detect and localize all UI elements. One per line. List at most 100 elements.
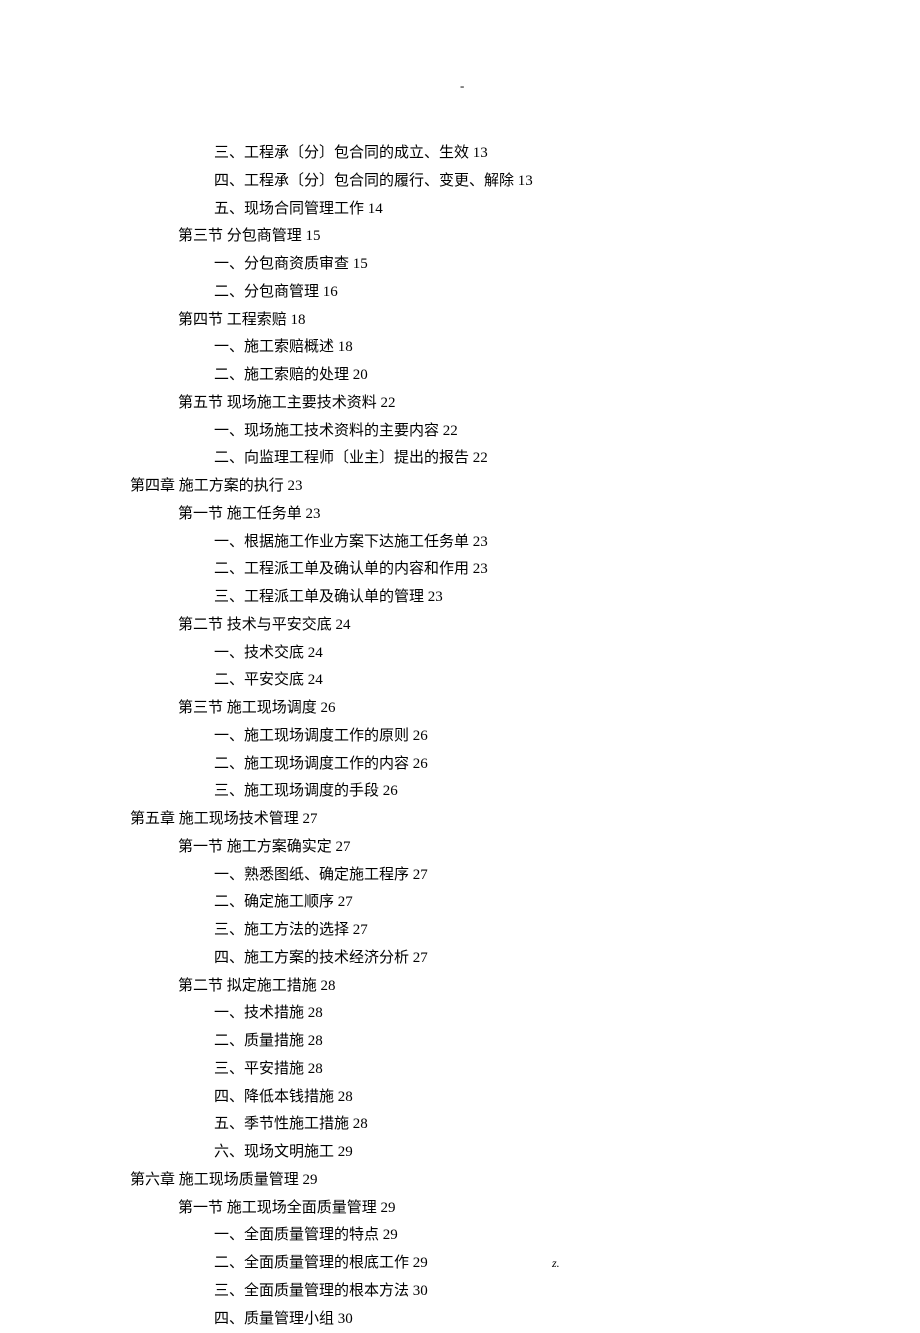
toc-entry-page: 24 <box>308 672 323 688</box>
toc-entry-page: 28 <box>321 978 336 994</box>
toc-entry: 一、技术措施 28 <box>130 1000 790 1028</box>
toc-entry-page: 27 <box>413 950 428 966</box>
toc-entry-page: 28 <box>308 1033 323 1049</box>
toc-entry-text: 二、向监理工程师〔业主〕提出的报告 <box>214 450 469 466</box>
toc-entry-page: 27 <box>353 922 368 938</box>
toc-entry-page: 27 <box>303 811 318 827</box>
toc-entry: 二、施工索赔的处理 20 <box>130 362 790 390</box>
toc-entry-page: 28 <box>308 1005 323 1021</box>
toc-container: 三、工程承〔分〕包合同的成立、生效 13四、工程承〔分〕包合同的履行、变更、解除… <box>0 0 920 1333</box>
toc-entry-text: 第三节 施工现场调度 <box>178 700 317 716</box>
toc-entry: 一、熟悉图纸、确定施工程序 27 <box>130 862 790 890</box>
toc-entry-text: 二、全面质量管理的根底工作 <box>214 1255 409 1271</box>
toc-entry: 五、现场合同管理工作 14 <box>130 196 790 224</box>
toc-entry: 二、全面质量管理的根底工作 29 <box>130 1250 790 1278</box>
toc-entry: 三、全面质量管理的根本方法 30 <box>130 1278 790 1306</box>
toc-entry-page: 27 <box>336 839 351 855</box>
toc-entry-text: 一、施工索赔概述 <box>214 339 334 355</box>
toc-entry: 四、工程承〔分〕包合同的履行、变更、解除 13 <box>130 168 790 196</box>
toc-entry: 一、现场施工技术资料的主要内容 22 <box>130 418 790 446</box>
toc-entry-text: 三、工程承〔分〕包合同的成立、生效 <box>214 145 469 161</box>
toc-entry: 四、降低本钱措施 28 <box>130 1084 790 1112</box>
toc-entry-text: 三、施工方法的选择 <box>214 922 349 938</box>
toc-entry-text: 五、现场合同管理工作 <box>214 201 364 217</box>
toc-entry-page: 23 <box>473 534 488 550</box>
toc-entry: 四、施工方案的技术经济分析 27 <box>130 945 790 973</box>
toc-entry-page: 26 <box>321 700 336 716</box>
toc-entry-text: 一、分包商资质审查 <box>214 256 349 272</box>
toc-entry-page: 22 <box>381 395 396 411</box>
toc-entry-page: 15 <box>353 256 368 272</box>
toc-entry-page: 23 <box>306 506 321 522</box>
toc-entry-text: 第四节 工程索赔 <box>178 312 287 328</box>
toc-entry: 第六章 施工现场质量管理 29 <box>130 1167 790 1195</box>
toc-entry: 三、平安措施 28 <box>130 1056 790 1084</box>
toc-entry-text: 三、工程派工单及确认单的管理 <box>214 589 424 605</box>
toc-entry: 五、季节性施工措施 28 <box>130 1111 790 1139</box>
toc-entry-text: 六、现场文明施工 <box>214 1144 334 1160</box>
toc-entry-page: 30 <box>338 1311 353 1327</box>
toc-entry: 第五章 施工现场技术管理 27 <box>130 806 790 834</box>
toc-entry: 第四章 施工方案的执行 23 <box>130 473 790 501</box>
toc-entry-text: 三、施工现场调度的手段 <box>214 783 379 799</box>
toc-entry: 第三节 施工现场调度 26 <box>130 695 790 723</box>
toc-entry-page: 27 <box>338 894 353 910</box>
toc-entry-page: 15 <box>306 228 321 244</box>
toc-entry-text: 第二节 拟定施工措施 <box>178 978 317 994</box>
toc-entry-page: 14 <box>368 201 383 217</box>
toc-entry-text: 第六章 施工现场质量管理 <box>130 1172 299 1188</box>
header-mark: - <box>460 78 464 94</box>
toc-entry-page: 18 <box>291 312 306 328</box>
toc-entry: 二、向监理工程师〔业主〕提出的报告 22 <box>130 445 790 473</box>
toc-entry: 一、分包商资质审查 15 <box>130 251 790 279</box>
toc-entry-page: 29 <box>338 1144 353 1160</box>
toc-entry: 第二节 拟定施工措施 28 <box>130 973 790 1001</box>
toc-entry-text: 第一节 施工任务单 <box>178 506 302 522</box>
toc-entry: 一、全面质量管理的特点 29 <box>130 1222 790 1250</box>
toc-entry-page: 26 <box>413 756 428 772</box>
toc-entry-text: 四、工程承〔分〕包合同的履行、变更、解除 <box>214 173 514 189</box>
toc-entry-text: 四、质量管理小组 <box>214 1311 334 1327</box>
toc-entry-text: 第五章 施工现场技术管理 <box>130 811 299 827</box>
toc-entry: 一、施工索赔概述 18 <box>130 334 790 362</box>
toc-entry-text: 一、施工现场调度工作的原则 <box>214 728 409 744</box>
toc-entry-text: 一、全面质量管理的特点 <box>214 1227 379 1243</box>
toc-entry-page: 28 <box>308 1061 323 1077</box>
toc-entry-page: 30 <box>413 1283 428 1299</box>
toc-entry: 第一节 施工现场全面质量管理 29 <box>130 1195 790 1223</box>
toc-entry-page: 27 <box>413 867 428 883</box>
toc-entry-text: 第二节 技术与平安交底 <box>178 617 332 633</box>
toc-entry: 一、施工现场调度工作的原则 26 <box>130 723 790 751</box>
toc-entry-page: 13 <box>518 173 533 189</box>
toc-entry-page: 18 <box>338 339 353 355</box>
toc-entry-text: 四、降低本钱措施 <box>214 1089 334 1105</box>
footer-dot: . <box>382 1256 385 1271</box>
toc-entry-text: 二、分包商管理 <box>214 284 319 300</box>
toc-entry-text: 四、施工方案的技术经济分析 <box>214 950 409 966</box>
toc-entry-text: 第一节 施工现场全面质量管理 <box>178 1200 377 1216</box>
toc-entry: 二、工程派工单及确认单的内容和作用 23 <box>130 556 790 584</box>
toc-entry-text: 第三节 分包商管理 <box>178 228 302 244</box>
toc-entry-text: 二、工程派工单及确认单的内容和作用 <box>214 561 469 577</box>
toc-entry-page: 23 <box>428 589 443 605</box>
toc-entry: 二、确定施工顺序 27 <box>130 889 790 917</box>
toc-entry-page: 26 <box>383 783 398 799</box>
toc-entry-page: 24 <box>336 617 351 633</box>
toc-entry: 四、质量管理小组 30 <box>130 1306 790 1333</box>
toc-entry: 二、质量措施 28 <box>130 1028 790 1056</box>
toc-entry-page: 22 <box>443 423 458 439</box>
toc-entry-text: 二、平安交底 <box>214 672 304 688</box>
toc-entry-page: 20 <box>353 367 368 383</box>
toc-entry: 三、施工现场调度的手段 26 <box>130 778 790 806</box>
footer-page-marker: z. <box>552 1256 560 1271</box>
toc-entry-text: 三、全面质量管理的根本方法 <box>214 1283 409 1299</box>
toc-entry-text: 三、平安措施 <box>214 1061 304 1077</box>
toc-entry-text: 二、确定施工顺序 <box>214 894 334 910</box>
toc-entry-text: 一、现场施工技术资料的主要内容 <box>214 423 439 439</box>
toc-entry: 二、施工现场调度工作的内容 26 <box>130 751 790 779</box>
toc-entry: 三、工程派工单及确认单的管理 23 <box>130 584 790 612</box>
toc-entry-page: 23 <box>288 478 303 494</box>
toc-entry: 第五节 现场施工主要技术资料 22 <box>130 390 790 418</box>
toc-entry: 二、平安交底 24 <box>130 667 790 695</box>
toc-entry: 第一节 施工任务单 23 <box>130 501 790 529</box>
